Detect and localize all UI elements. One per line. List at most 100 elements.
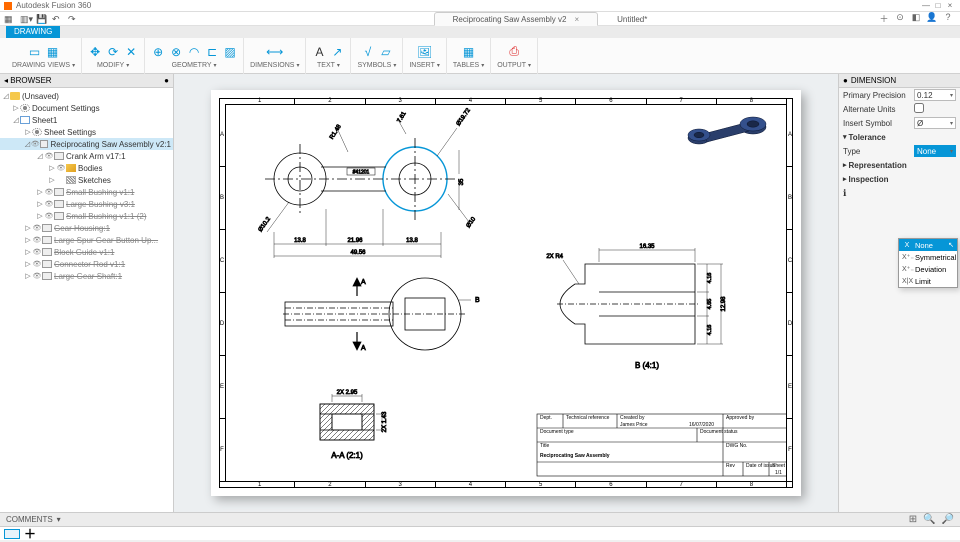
tree-sheetsettings[interactable]: Sheet Settings xyxy=(44,128,96,137)
tree-crank[interactable]: Crank Arm v17:1 xyxy=(66,152,126,161)
svg-text:Ø19.72: Ø19.72 xyxy=(456,107,473,127)
ribbon-group-tables: ▦ TABLES xyxy=(447,38,491,74)
add-sheet-button[interactable]: ＋ xyxy=(24,525,36,542)
table-icon[interactable]: ▦ xyxy=(462,45,476,59)
svg-text:2X 1.43: 2X 1.43 xyxy=(382,411,388,432)
ribbon-group-text: A ↗ TEXT xyxy=(306,38,351,74)
maximize-button[interactable]: □ xyxy=(932,1,944,10)
alt-units-checkbox[interactable] xyxy=(914,103,924,113)
notifications-icon[interactable]: ⊙ xyxy=(894,12,906,24)
datum-icon[interactable]: ▱ xyxy=(379,45,393,59)
base-view-icon[interactable]: ▭ xyxy=(28,45,42,59)
tol-opt-symmetrical[interactable]: X⁺₋Symmetrical xyxy=(899,251,957,263)
new-tab-icon[interactable]: ＋ xyxy=(878,12,890,24)
primary-precision-select[interactable]: 0.12 xyxy=(914,89,956,101)
centermark-icon[interactable]: ⊗ xyxy=(169,45,183,59)
tree-docsettings[interactable]: Document Settings xyxy=(32,104,100,113)
surface-icon[interactable]: √ xyxy=(361,45,375,59)
tol-opt-limit[interactable]: X|XLimit xyxy=(899,275,957,287)
tolerance-type-select[interactable]: None xyxy=(914,145,956,157)
zoom-icon[interactable]: 🔎 xyxy=(942,514,954,525)
pdf-icon[interactable]: ⎙ xyxy=(507,45,521,59)
ribbon-label[interactable]: TABLES xyxy=(453,62,484,69)
edge-icon[interactable]: ◠ xyxy=(187,45,201,59)
ribbon-group-views: ▭ ▦ DRAWING VIEWS xyxy=(6,38,82,74)
tree-sketches[interactable]: Sketches xyxy=(78,176,111,185)
save-icon[interactable]: 💾 xyxy=(36,14,46,24)
browser-tree[interactable]: ◿(Unsaved) ▷Document Settings ◿Sheet1 ▷S… xyxy=(0,88,173,512)
rotate-icon[interactable]: ⟳ xyxy=(106,45,120,59)
svg-text:Rev: Rev xyxy=(726,463,735,469)
tree-bg[interactable]: Block Guide v1:1 xyxy=(54,248,114,257)
tol-opt-none[interactable]: XNone↖ xyxy=(899,239,957,251)
extensions-icon[interactable]: ◧ xyxy=(910,12,922,24)
tree-bodies[interactable]: Bodies xyxy=(78,164,102,173)
section-representation[interactable]: Representation xyxy=(839,158,960,172)
tol-opt-deviation[interactable]: X⁺₋Deviation xyxy=(899,263,957,275)
sheet-thumb-1[interactable] xyxy=(4,529,20,539)
ribbon-label[interactable]: GEOMETRY xyxy=(172,62,217,69)
tree-sb1[interactable]: Small Bushing v1:1 xyxy=(66,188,134,197)
leader-icon[interactable]: ↗ xyxy=(330,45,344,59)
svg-text:21.96: 21.96 xyxy=(347,238,363,244)
tab-assembly[interactable]: Reciprocating Saw Assembly v2 × xyxy=(434,12,599,26)
zoom-extents-icon[interactable]: ⊞ xyxy=(909,514,917,525)
tree-sb2[interactable]: Small Bushing v1:1 (2) xyxy=(66,212,146,221)
ribbon-label[interactable]: OUTPUT xyxy=(497,62,531,69)
move-icon[interactable]: ✥ xyxy=(88,45,102,59)
extension-icon[interactable]: ⊏ xyxy=(205,45,219,59)
help-icon[interactable]: ? xyxy=(942,12,954,24)
drawing-views: #41201 13.8 21.96 13.8 49.56 xyxy=(225,104,787,482)
section-inspection[interactable]: Inspection xyxy=(839,172,960,186)
svg-text:16.35: 16.35 xyxy=(639,244,655,250)
tree-lgs[interactable]: Large Gear Shaft:1 xyxy=(54,272,122,281)
close-tab-icon[interactable]: × xyxy=(574,15,579,24)
tree-sheet[interactable]: Sheet1 xyxy=(32,116,57,125)
svg-text:Created by: Created by xyxy=(620,415,645,421)
zoom-window-icon[interactable]: 🔍 xyxy=(923,514,935,525)
drawing-sheet[interactable]: 12345678 12345678 ABCDEF ABCDEF xyxy=(211,90,801,496)
close-button[interactable]: × xyxy=(944,1,956,10)
tab-untitled[interactable]: Untitled* xyxy=(598,12,666,26)
file-menu-icon[interactable]: ▥▾ xyxy=(20,14,30,24)
titlebar: Autodesk Fusion 360 — □ × xyxy=(0,0,960,12)
tree-lsg[interactable]: Large Spur Gear Button Up... xyxy=(54,236,158,245)
ribbon-label[interactable]: INSERT xyxy=(409,62,440,69)
tolerance-type-dropdown[interactable]: XNone↖ X⁺₋Symmetrical X⁺₋Deviation X|XLi… xyxy=(898,238,958,288)
text-icon[interactable]: A xyxy=(312,45,326,59)
ribbon-label[interactable]: DIMENSIONS xyxy=(250,62,299,69)
svg-text:4.16: 4.16 xyxy=(707,325,713,336)
redo-icon[interactable]: ↷ xyxy=(68,14,78,24)
user-icon[interactable]: 👤 xyxy=(926,12,938,24)
svg-text:Dept.: Dept. xyxy=(540,415,552,421)
drawing-canvas[interactable]: <Ø19.62> 12345678 12345678 ABCDEF ABCDEF xyxy=(174,74,838,512)
section-tolerance[interactable]: Tolerance xyxy=(839,130,960,144)
svg-text:Document type: Document type xyxy=(540,429,574,435)
tree-gh[interactable]: Gear Housing:1 xyxy=(54,224,110,233)
tree-assembly[interactable]: Reciprocating Saw Assembly v2:1 xyxy=(50,140,171,149)
comments-bar[interactable]: COMMENTS ▾ ⊞ 🔍 🔎 xyxy=(0,512,960,526)
ribbon-label[interactable]: TEXT xyxy=(317,62,340,69)
ribbon-group-geometry: ⊕ ⊗ ◠ ⊏ ▨ GEOMETRY xyxy=(145,38,244,74)
delete-icon[interactable]: ✕ xyxy=(124,45,138,59)
tree-lb1[interactable]: Large Bushing v3:1 xyxy=(66,200,135,209)
browser-options-icon[interactable]: ● xyxy=(164,76,169,85)
ribbon-label[interactable]: DRAWING VIEWS xyxy=(12,62,75,69)
ribbon-group-modify: ✥ ⟳ ✕ MODIFY xyxy=(82,38,145,74)
insert-symbol-select[interactable]: Ø xyxy=(914,117,956,129)
ribbon-label[interactable]: SYMBOLS xyxy=(357,62,396,69)
image-icon[interactable]: 🖼 xyxy=(418,45,432,59)
dimension-panel: ● DIMENSION Primary Precision 0.12 Alter… xyxy=(838,74,960,512)
tree-cr[interactable]: Connector Rod v1:1 xyxy=(54,260,125,269)
projected-view-icon[interactable]: ▦ xyxy=(46,45,60,59)
context-tab-drawing[interactable]: DRAWING xyxy=(6,26,60,38)
hatch-icon[interactable]: ▨ xyxy=(223,45,237,59)
ribbon-label[interactable]: MODIFY xyxy=(97,62,129,69)
svg-text:Ø10: Ø10 xyxy=(466,216,478,229)
grid-menu-icon[interactable]: ▦ xyxy=(4,14,14,24)
centerline-icon[interactable]: ⊕ xyxy=(151,45,165,59)
tree-root[interactable]: (Unsaved) xyxy=(22,92,59,101)
minimize-button[interactable]: — xyxy=(920,1,932,10)
undo-icon[interactable]: ↶ xyxy=(52,14,62,24)
dimension-icon[interactable]: ⟷ xyxy=(268,45,282,59)
